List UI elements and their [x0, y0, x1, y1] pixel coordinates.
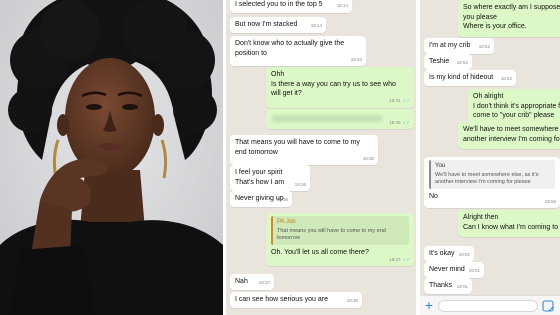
- message-time: 18:56: [544, 198, 556, 204]
- message-time: 18:52: [456, 60, 468, 65]
- message-bubble: Teshie 18:52: [424, 54, 472, 70]
- message-text: you please: [463, 13, 497, 21]
- message-text: That means you will have to come to my: [235, 139, 360, 146]
- message-time: 18:38: [346, 298, 358, 303]
- message-time: 19:01: [468, 268, 480, 273]
- message-time: 18:35: [389, 119, 401, 125]
- message-time: 18:52: [500, 76, 512, 81]
- message-bubble: We'll have to meet somewhere e another i…: [458, 122, 560, 149]
- chat-screenshot-right: So where exactly am I suppose you please…: [420, 0, 560, 315]
- message-bubble: I selected you to in the top 5 18:14: [230, 0, 352, 13]
- message-bubble: Never mind 19:01: [424, 262, 484, 278]
- message-time: 18:52: [478, 44, 490, 49]
- portrait-illustration: [0, 0, 223, 315]
- message-text: So where exactly am I suppose: [463, 4, 560, 11]
- sticker-icon[interactable]: [541, 300, 555, 312]
- message-time: 18:37: [389, 256, 401, 262]
- message-text: another interview I'm coming for: [463, 135, 560, 143]
- message-text: Is there a way you can try us to see who: [271, 80, 396, 88]
- message-text: come to "your crib" please: [473, 112, 555, 119]
- message-text: No: [429, 192, 438, 200]
- plus-icon[interactable]: +: [422, 297, 436, 313]
- double-check-icon: ✓✓: [402, 98, 410, 103]
- message-bubble: But now I'm stacked 18:14: [230, 17, 326, 33]
- message-time: 19:01: [456, 284, 468, 289]
- message-text: Alright then: [463, 214, 499, 221]
- message-time: 18:37: [258, 280, 270, 285]
- message-bubble: Oh alright I don't think it's appropriat…: [468, 89, 560, 126]
- message-text: Where is your office.: [463, 23, 527, 30]
- quoted-text: That means you will have to come to my e…: [277, 227, 386, 242]
- message-bubble: I can see how serious you are 18:38: [230, 292, 362, 308]
- quoted-sender: You: [435, 163, 446, 169]
- message-meta: 18:35 ✓✓: [389, 118, 410, 128]
- message-bubble: Alright then Can I know what I'm coming …: [458, 210, 560, 237]
- message-input-bar: +: [420, 295, 560, 315]
- message-bubble: I'm at my crib 18:52: [424, 38, 494, 54]
- message-time: 18:36: [362, 155, 374, 161]
- message-bubble: Ohh Is there a way you can try us to see…: [266, 67, 414, 108]
- message-time: 18:14: [310, 23, 322, 28]
- message-text: end tomorrow: [235, 148, 278, 156]
- message-bubble: Nah 18:37: [230, 274, 274, 290]
- message-text: I don't think it's appropriate f: [473, 102, 560, 110]
- message-text: Is my kind of hideout: [429, 74, 494, 81]
- quoted-message[interactable]: You We'll have to meet somewhere else, a…: [429, 160, 555, 189]
- reply-message-bubble: PA Job That means you will have to come …: [266, 213, 414, 266]
- message-text: Don't know who to actually give the: [235, 40, 345, 47]
- redacted-message-bubble: 18:35 ✓✓: [266, 109, 414, 129]
- message-time: 18:34: [389, 98, 401, 103]
- quoted-sender: PA Job: [277, 219, 296, 225]
- message-bubble: It's okay 19:01: [424, 246, 474, 262]
- chat-screenshot-left: I selected you to in the top 5 18:14 But…: [226, 0, 416, 315]
- reply-message-bubble: You We'll have to meet somewhere else, a…: [424, 157, 560, 208]
- message-meta: 18:37 ✓✓: [389, 255, 410, 265]
- message-text: I feel your spirit: [235, 169, 283, 176]
- message-bubble: Is my kind of hideout 18:52: [424, 70, 516, 86]
- message-text: I selected you to in the top 5: [235, 1, 323, 8]
- double-check-icon: ✓✓: [402, 119, 410, 125]
- message-meta: 18:34 ✓✓: [389, 96, 410, 106]
- message-time: 18:33: [350, 56, 362, 62]
- message-time: 19:01: [458, 252, 470, 257]
- message-time: 18:36: [294, 181, 306, 187]
- message-bubble: Don't know who to actually give the posi…: [230, 36, 366, 66]
- message-bubble: I feel your spirit That's how I am 18:36: [230, 165, 310, 191]
- message-text: position to: [235, 49, 267, 57]
- double-check-icon: ✓✓: [402, 256, 410, 262]
- message-time: 18:14: [336, 3, 348, 8]
- redacted-text: [272, 115, 382, 122]
- message-bubble: So where exactly am I suppose you please…: [458, 0, 560, 37]
- message-text: We'll have to meet somewhere e: [463, 126, 560, 133]
- quoted-message[interactable]: PA Job That means you will have to come …: [271, 216, 409, 245]
- message-text: Ohh: [271, 71, 285, 78]
- message-bubble: Thanks 19:01: [424, 278, 472, 294]
- message-bubble: That means you will have to come to my e…: [230, 135, 378, 165]
- message-input[interactable]: [438, 300, 538, 312]
- message-bubble: Never giving up 18:36: [230, 191, 292, 207]
- quoted-text: We'll have to meet somewhere else, as it…: [435, 171, 539, 186]
- message-text: Can I know what I'm coming to: [463, 223, 559, 231]
- message-time: 18:36: [276, 197, 288, 202]
- portrait-photo: [0, 0, 223, 315]
- message-text: Oh alright: [473, 93, 504, 100]
- message-text: I can see how serious you are: [235, 296, 328, 303]
- message-text: But now I'm stacked: [235, 21, 298, 28]
